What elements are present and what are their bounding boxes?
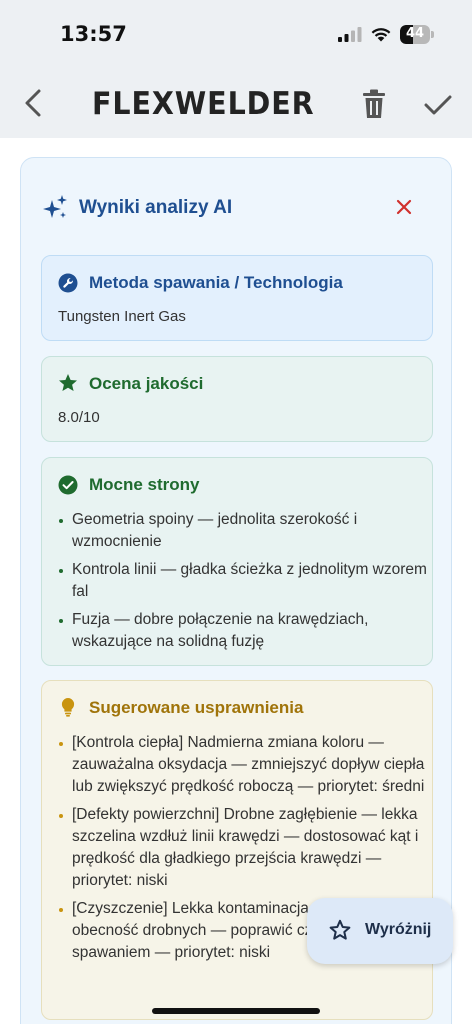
status-bar: 13:57 44: [0, 0, 472, 62]
highlight-button[interactable]: Wyróżnij: [307, 898, 453, 964]
battery-body: 44: [400, 25, 430, 44]
method-card: Metoda spawania / Technologia Tungsten I…: [41, 255, 433, 341]
home-indicator: [152, 1008, 320, 1014]
quality-card-value: 8.0/10: [58, 409, 100, 426]
strength-item-text: Geometria spoiny — jednolita szerokość i…: [72, 511, 358, 550]
bullet-dot: [59, 519, 63, 523]
star-icon: [59, 374, 77, 391]
cellular-signal-icon: [338, 27, 362, 42]
app-logo: FLEXWELDER: [92, 86, 315, 122]
close-icon[interactable]: [395, 198, 413, 216]
star-outline-icon: [329, 919, 351, 940]
panel-header: Wyniki analizy AI: [21, 158, 451, 254]
strength-item: Kontrola linii — gładka ścieżka z jednol…: [58, 559, 428, 603]
quality-card: Ocena jakości 8.0/10: [41, 356, 433, 442]
method-card-value: Tungsten Inert Gas: [58, 308, 186, 325]
battery-level: 44: [405, 26, 425, 41]
improvement-item: [Defekty powierzchni] Drobne zagłębienie…: [58, 804, 428, 892]
quality-card-title: Ocena jakości: [89, 374, 204, 393]
chevron-left-icon[interactable]: [20, 88, 46, 118]
panel-title: Wyniki analizy AI: [79, 197, 233, 218]
bullet-dot: [59, 569, 63, 573]
status-time: 13:57: [60, 22, 127, 46]
improvement-item-text: [Defekty powierzchni] Drobne zagłębienie…: [72, 806, 419, 889]
improvement-item-text: [Kontrola ciepła] Nadmierna zmiana kolor…: [72, 734, 425, 795]
strength-item-text: Fuzja — dobre połączenie na krawędziach,…: [72, 611, 369, 650]
battery-indicator: 44: [400, 25, 434, 44]
check-icon[interactable]: [424, 94, 452, 116]
bullet-dot: [59, 742, 63, 746]
strengths-list: Geometria spoiny — jednolita szerokość i…: [58, 509, 428, 659]
check-circle-icon: [58, 475, 78, 495]
lightbulb-icon: [61, 698, 75, 717]
strengths-card-title: Mocne strony: [89, 475, 200, 494]
ai-analysis-panel: Wyniki analizy AI Metoda spawania / Tech…: [20, 157, 452, 1024]
improvement-item: [Kontrola ciepła] Nadmierna zmiana kolor…: [58, 732, 428, 798]
strength-item-text: Kontrola linii — gładka ścieżka z jednol…: [72, 561, 427, 600]
bullet-dot: [59, 814, 63, 818]
highlight-button-label: Wyróżnij: [365, 921, 432, 938]
improvements-card: Sugerowane usprawnienia [Kontrola ciepła…: [41, 680, 433, 1020]
strength-item: Geometria spoiny — jednolita szerokość i…: [58, 509, 428, 553]
wifi-icon: [371, 28, 391, 42]
method-card-title: Metoda spawania / Technologia: [89, 273, 343, 292]
improvements-card-title: Sugerowane usprawnienia: [89, 698, 304, 717]
trash-icon[interactable]: [362, 89, 386, 119]
strengths-card: Mocne strony Geometria spoiny — jednolit…: [41, 457, 433, 666]
bullet-dot: [59, 619, 63, 623]
bullet-dot: [59, 908, 63, 912]
nav-bar: FLEXWELDER: [0, 62, 472, 138]
sparkle-icon: [43, 195, 67, 218]
battery-nub: [431, 31, 434, 38]
strength-item: Fuzja — dobre połączenie na krawędziach,…: [58, 609, 428, 653]
wrench-icon: [58, 273, 78, 293]
